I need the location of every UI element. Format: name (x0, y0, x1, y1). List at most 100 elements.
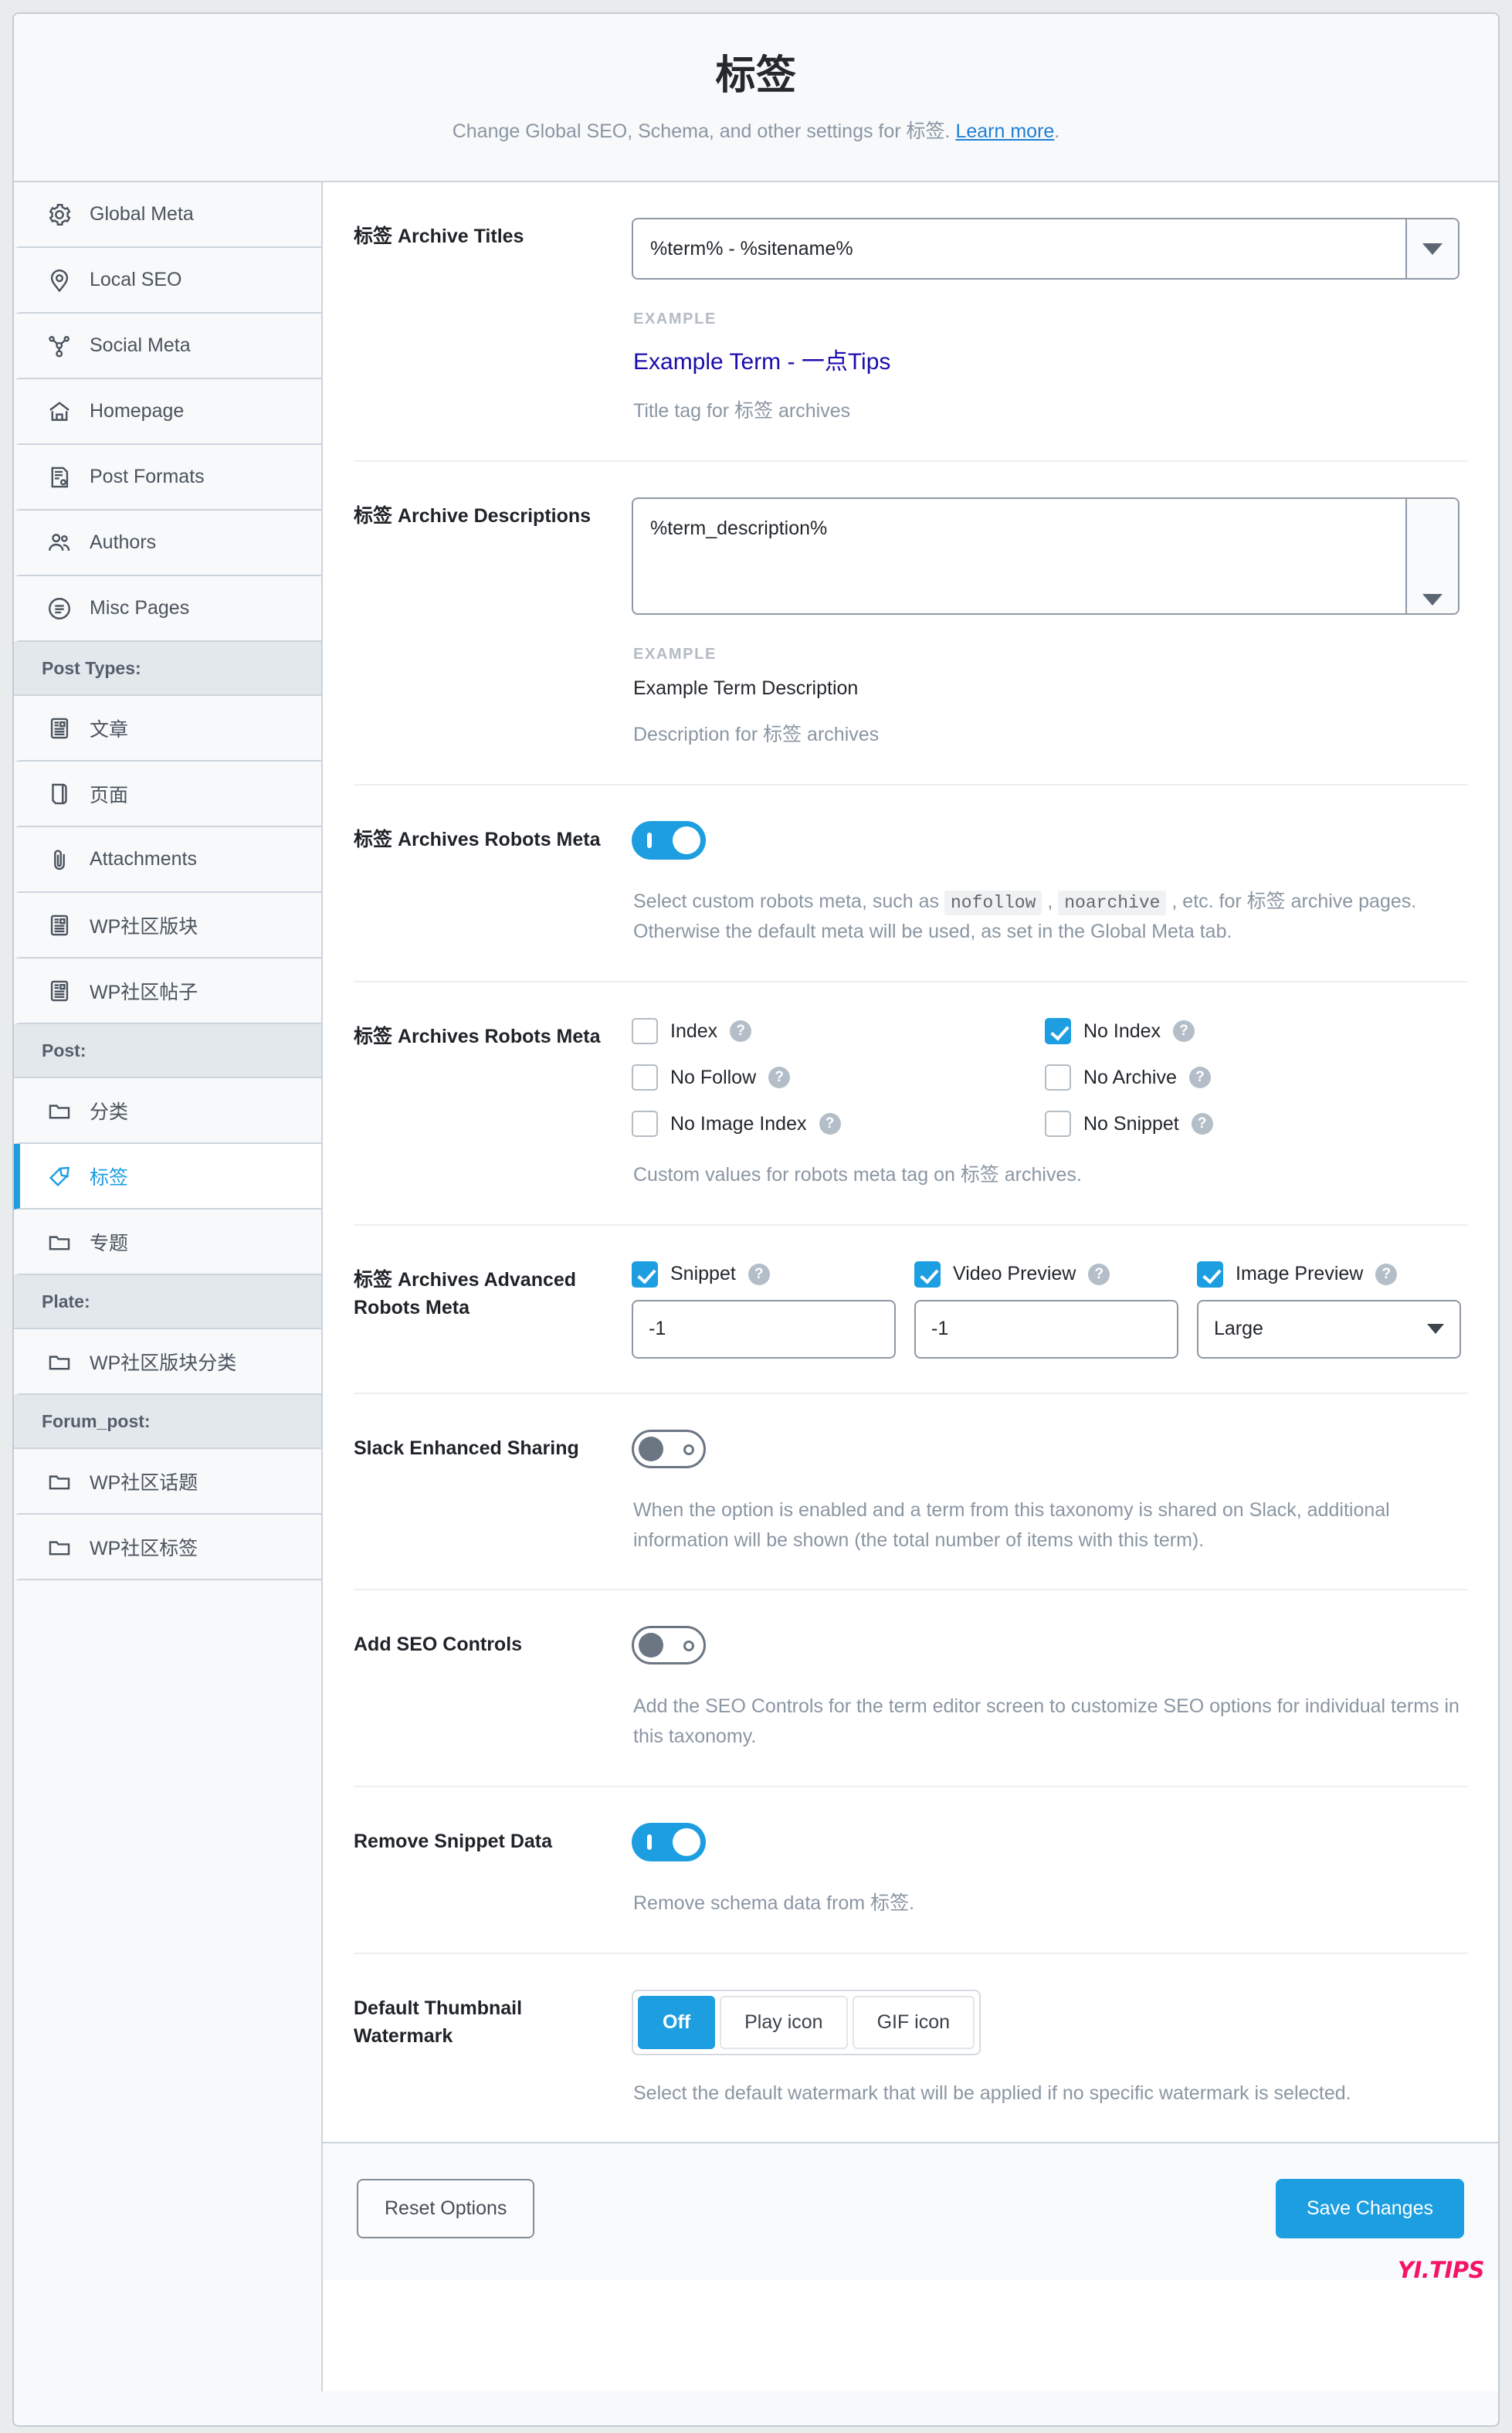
checkbox-snippet[interactable]: Snippet ? (632, 1261, 896, 1288)
help-icon[interactable]: ? (1191, 1113, 1213, 1135)
chevron-down-icon (1422, 593, 1443, 606)
toggle-knob (639, 1436, 663, 1461)
article-icon (46, 715, 73, 741)
sidebar-item-homepage[interactable]: Homepage (14, 379, 321, 446)
sidebar-item-wenzhang[interactable]: 文章 (14, 696, 321, 762)
help-text: Add the SEO Controls for the term editor… (633, 1695, 1459, 1748)
page-header: 标签 Change Global SEO, Schema, and other … (14, 14, 1498, 183)
sidebar-item-fenlei[interactable]: 分类 (14, 1078, 321, 1145)
checkbox-no-follow[interactable]: No Follow ? (632, 1064, 1045, 1091)
checkbox-box[interactable] (1045, 1064, 1071, 1091)
sidebar-item-post-formats[interactable]: Post Formats (14, 445, 321, 511)
sidebar-item-label: WP社区标签 (90, 1537, 198, 1559)
archive-descriptions-dropdown-button[interactable] (1405, 498, 1458, 613)
setting-field: Off Play icon GIF icon Select the defaul… (632, 1989, 1467, 2109)
sidebar-item-wp-community-board[interactable]: WP社区版块 (14, 893, 321, 959)
help-icon[interactable]: ? (1375, 1263, 1398, 1285)
sidebar-item-label: Social Meta (90, 334, 191, 357)
checkbox-label: No Image Index (670, 1112, 807, 1135)
advanced-robots-column-video-preview: Video Preview ? -1 (914, 1261, 1178, 1359)
article-icon (46, 978, 73, 1004)
checkbox-box[interactable] (632, 1018, 658, 1045)
sidebar-item-zhuanti[interactable]: 专题 (14, 1210, 321, 1276)
setting-field: Index ? No Index ? No Follow ? No Archiv… (632, 1018, 1467, 1190)
checkbox-no-image-index[interactable]: No Image Index ? (632, 1111, 1045, 1138)
map-pin-icon (46, 267, 73, 294)
sidebar-item-wp-community-tag[interactable]: WP社区标签 (14, 1515, 321, 1581)
slack-sharing-toggle[interactable] (632, 1429, 706, 1468)
checkbox-index[interactable]: Index ? (632, 1018, 1045, 1045)
help-part-1: Select custom robots meta, such as (633, 890, 944, 912)
archive-titles-dropdown-button[interactable] (1405, 219, 1458, 279)
video-preview-length-input[interactable]: -1 (914, 1299, 1178, 1359)
checkbox-video-preview[interactable]: Video Preview ? (914, 1261, 1178, 1288)
sidebar-item-authors[interactable]: Authors (14, 511, 321, 577)
sidebar-item-global-meta[interactable]: Global Meta (14, 182, 321, 249)
setting-remove-snippet-data: Remove Snippet Data Remove schema data f… (354, 1787, 1467, 1954)
page-subtitle-suffix: . (1054, 120, 1060, 143)
checkbox-no-index[interactable]: No Index ? (1045, 1018, 1458, 1045)
help-icon[interactable]: ? (730, 1020, 752, 1043)
help-sep: , (1042, 890, 1059, 912)
checkbox-box[interactable] (1045, 1018, 1071, 1045)
setting-robots-meta-checks: 标签 Archives Robots Meta Index ? No Index… (354, 982, 1467, 1226)
help-icon[interactable]: ? (748, 1263, 770, 1285)
toggle-bar-icon (647, 832, 652, 848)
archive-descriptions-combobox[interactable]: %term_description% (632, 497, 1459, 615)
sidebar-item-label: 分类 (90, 1101, 129, 1123)
reset-options-button[interactable]: Reset Options (357, 2179, 535, 2239)
help-text: When the option is enabled and a term fr… (633, 1498, 1390, 1551)
help-icon[interactable]: ? (819, 1113, 841, 1135)
help-icon[interactable]: ? (1173, 1020, 1195, 1043)
checkbox-no-archive[interactable]: No Archive ? (1045, 1064, 1458, 1091)
image-preview-select[interactable]: Large (1197, 1299, 1461, 1359)
watermark-option-off[interactable]: Off (638, 1995, 716, 2049)
help-icon[interactable]: ? (1088, 1263, 1110, 1285)
remove-snippet-toggle[interactable] (632, 1822, 706, 1861)
help-text: Description for 标签 archives (633, 723, 880, 745)
archive-titles-combobox[interactable]: %term% - %sitename% (632, 218, 1459, 280)
sidebar: Global Meta Local SEO Social Meta Homepa… (14, 182, 323, 2392)
snippet-length-input[interactable]: -1 (632, 1299, 896, 1359)
settings-list: 标签 Archive Titles %term% - %sitename% EX… (323, 182, 1498, 2142)
checkbox-box[interactable] (914, 1261, 941, 1288)
help-icon[interactable]: ? (1188, 1067, 1211, 1089)
sidebar-item-local-seo[interactable]: Local SEO (14, 248, 321, 314)
checkbox-box[interactable] (1197, 1261, 1223, 1288)
save-changes-button[interactable]: Save Changes (1275, 2179, 1464, 2239)
sidebar-item-yemian[interactable]: 页面 (14, 762, 321, 828)
sidebar-item-misc-pages[interactable]: Misc Pages (14, 576, 321, 643)
sidebar-item-biaoqian[interactable]: 标签 (14, 1144, 321, 1210)
toggle-bar-icon (683, 1641, 694, 1652)
watermark-option-gif-icon[interactable]: GIF icon (852, 1995, 975, 2049)
checkbox-box[interactable] (632, 1111, 658, 1138)
archive-descriptions-input[interactable]: %term_description% (633, 499, 1405, 613)
sidebar-item-wp-board-category[interactable]: WP社区版块分类 (14, 1329, 321, 1396)
learn-more-link[interactable]: Learn more (955, 120, 1054, 142)
sidebar-group-label: Post Types: (42, 657, 141, 678)
sidebar-item-social-meta[interactable]: Social Meta (14, 314, 321, 380)
checkbox-box[interactable] (1045, 1111, 1071, 1138)
help-icon[interactable]: ? (768, 1067, 791, 1089)
seo-controls-toggle[interactable] (632, 1626, 706, 1665)
watermark-option-play-icon[interactable]: Play icon (720, 1995, 848, 2049)
checkbox-no-snippet[interactable]: No Snippet ? (1045, 1111, 1458, 1138)
folder-icon (46, 1534, 73, 1560)
sidebar-item-wp-community-topic[interactable]: WP社区话题 (14, 1449, 321, 1515)
help-text: Custom values for robots meta tag on 标签 … (633, 1164, 1082, 1186)
sidebar-item-wp-community-post[interactable]: WP社区帖子 (14, 959, 321, 1025)
sidebar-item-label: WP社区版块分类 (90, 1352, 237, 1374)
sidebar-item-attachments[interactable]: Attachments (14, 827, 321, 894)
robots-meta-toggle[interactable] (632, 820, 706, 860)
checkbox-label: Index (670, 1020, 718, 1042)
checkbox-image-preview[interactable]: Image Preview ? (1197, 1261, 1461, 1288)
sidebar-item-label: 页面 (90, 784, 129, 806)
example-label: EXAMPLE (633, 645, 717, 663)
tag-icon (46, 1163, 73, 1189)
setting-slack-enhanced-sharing: Slack Enhanced Sharing When the option i… (354, 1394, 1467, 1591)
checkbox-box[interactable] (632, 1064, 658, 1091)
folder-icon (46, 1349, 73, 1375)
archive-titles-input[interactable]: %term% - %sitename% (633, 219, 1405, 278)
checkbox-box[interactable] (632, 1261, 658, 1288)
settings-panel: 标签 Change Global SEO, Schema, and other … (12, 12, 1500, 2427)
